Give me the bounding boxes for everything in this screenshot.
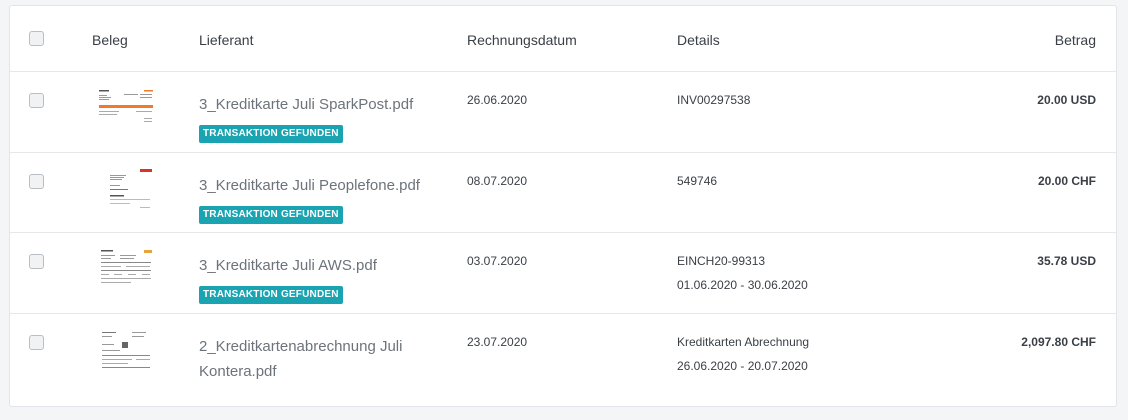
document-thumbnail[interactable] (96, 247, 156, 297)
invoice-details: Kreditkarten Abrechnung (677, 335, 810, 349)
invoice-amount: 2,097.80 CHF (1021, 335, 1096, 349)
table-row[interactable]: 3_Kreditkarte Juli Peoplefone.pdf TRANSA… (10, 153, 1116, 233)
transaction-found-badge: TRANSAKTION GEFUNDEN (199, 125, 343, 143)
invoice-table: Beleg Lieferant Rechnungsdatum Details B… (9, 5, 1117, 407)
invoice-amount: 20.00 USD (1037, 93, 1096, 107)
document-filename[interactable]: 3_Kreditkarte Juli Peoplefone.pdf (199, 173, 439, 198)
header-details[interactable]: Details (677, 32, 720, 48)
header-beleg[interactable]: Beleg (92, 32, 128, 48)
header-lieferant[interactable]: Lieferant (199, 32, 253, 48)
select-all-checkbox[interactable] (29, 31, 44, 46)
row-checkbox[interactable] (29, 174, 44, 189)
invoice-details: INV00297538 (677, 93, 751, 107)
transaction-found-badge: TRANSAKTION GEFUNDEN (199, 206, 343, 224)
document-thumbnail[interactable] (96, 86, 156, 136)
invoice-details: EINCH20-99313 (677, 254, 766, 268)
header-betrag[interactable]: Betrag (1055, 32, 1096, 48)
invoice-amount: 20.00 CHF (1037, 174, 1096, 188)
invoice-date: 08.07.2020 (467, 174, 528, 188)
document-filename[interactable]: 2_Kreditkartenabrechnung Juli Kontera.pd… (199, 334, 439, 384)
table-row[interactable]: 3_Kreditkarte Juli SparkPost.pdf TRANSAK… (10, 72, 1116, 153)
transaction-found-badge: TRANSAKTION GEFUNDEN (199, 286, 343, 304)
table-row[interactable]: 2_Kreditkartenabrechnung Juli Kontera.pd… (10, 314, 1116, 406)
invoice-period: 26.06.2020 - 20.07.2020 (677, 359, 808, 373)
invoice-date: 26.06.2020 (467, 93, 528, 107)
table-row[interactable]: 3_Kreditkarte Juli AWS.pdf TRANSAKTION G… (10, 233, 1116, 314)
table-header-row: Beleg Lieferant Rechnungsdatum Details B… (10, 6, 1116, 72)
row-checkbox[interactable] (29, 335, 44, 350)
invoice-date: 03.07.2020 (467, 254, 528, 268)
invoice-date: 23.07.2020 (467, 335, 528, 349)
document-thumbnail[interactable] (96, 328, 156, 378)
document-filename[interactable]: 3_Kreditkarte Juli AWS.pdf (199, 253, 439, 278)
row-checkbox[interactable] (29, 93, 44, 108)
document-thumbnail[interactable] (96, 167, 156, 217)
invoice-amount: 35.78 USD (1037, 254, 1096, 268)
document-filename[interactable]: 3_Kreditkarte Juli SparkPost.pdf (199, 92, 439, 117)
row-checkbox[interactable] (29, 254, 44, 269)
header-rechnungsdatum[interactable]: Rechnungsdatum (467, 32, 577, 48)
invoice-details: 549746 (677, 174, 718, 188)
invoice-period: 01.06.2020 - 30.06.2020 (677, 278, 808, 292)
